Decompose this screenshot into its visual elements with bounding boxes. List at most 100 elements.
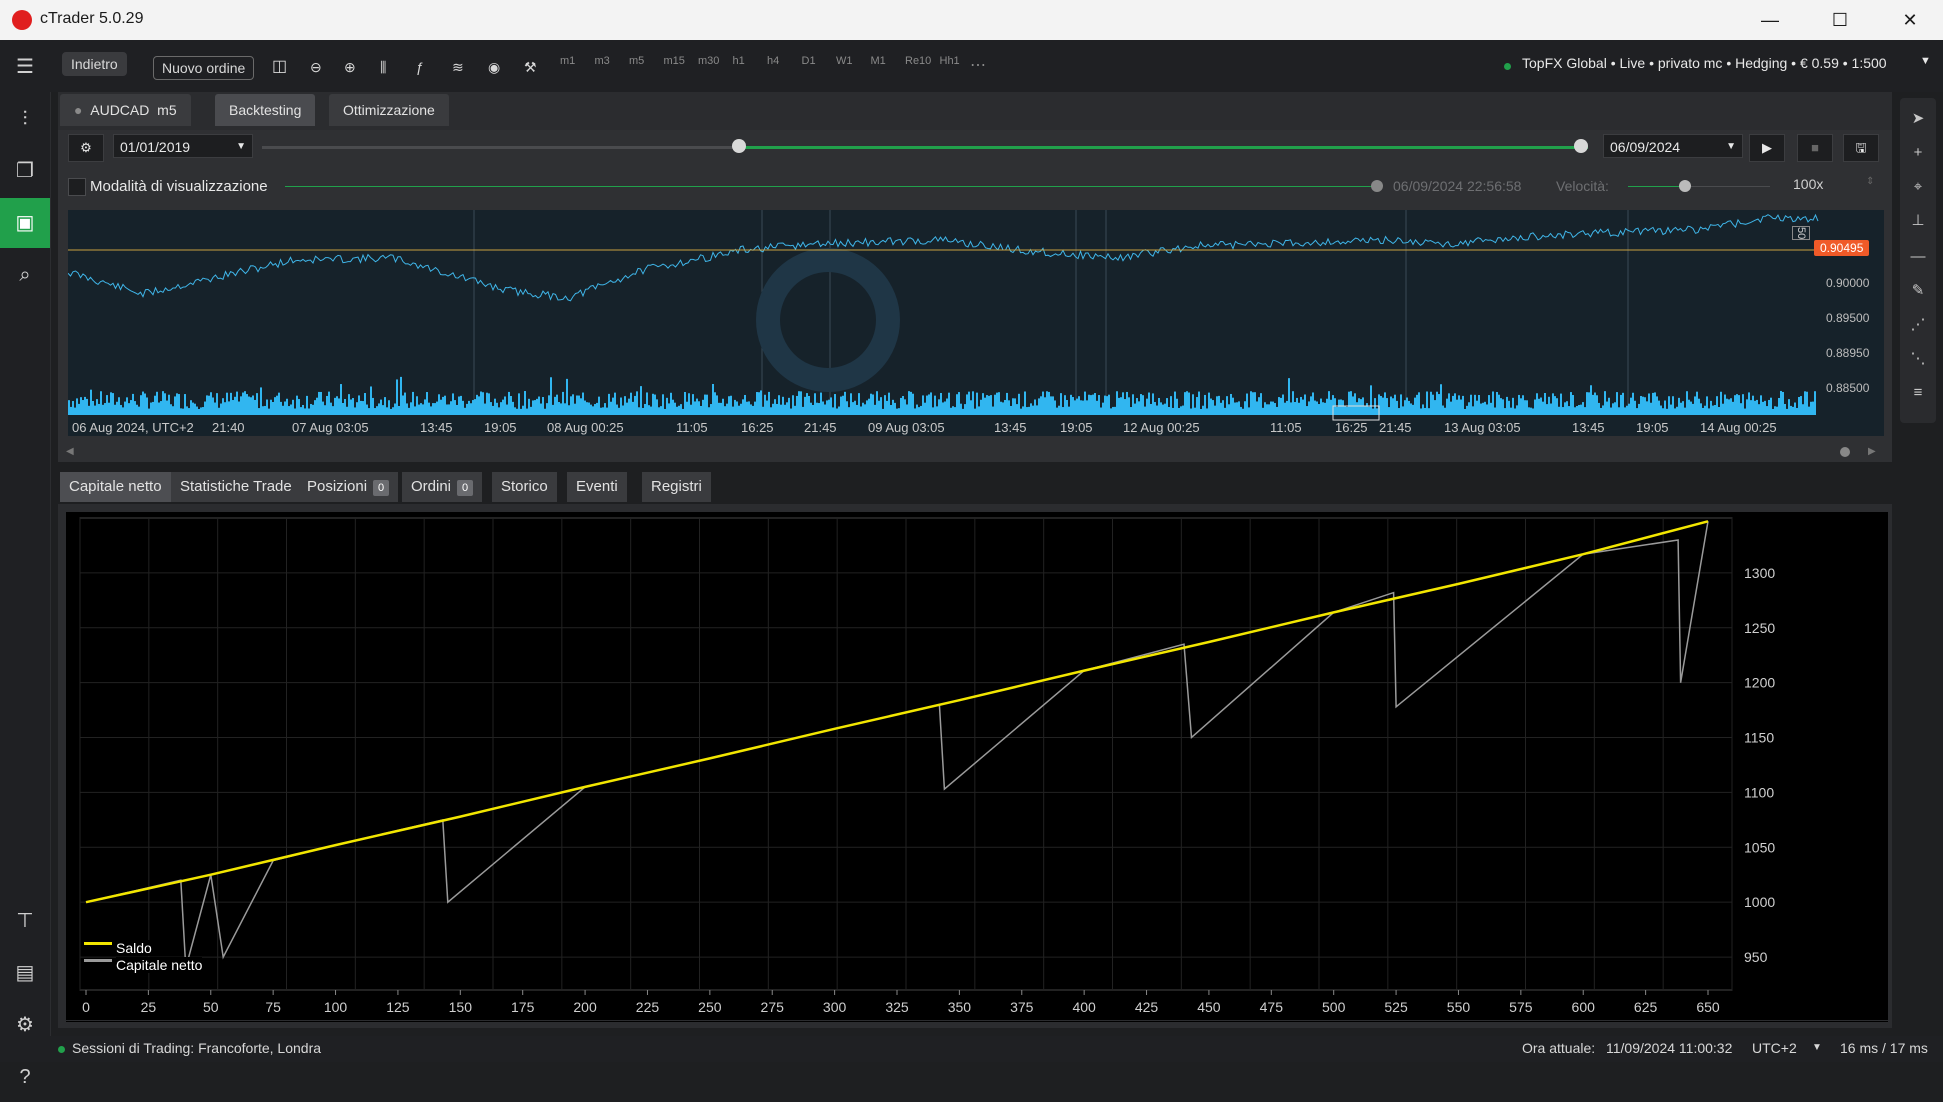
crosshair-alt-icon[interactable]: ⌖	[1900, 170, 1936, 204]
price-chart[interactable]	[68, 210, 1884, 436]
timeframe-h1[interactable]: h1	[733, 55, 745, 67]
x-tick-label: 425	[1135, 999, 1159, 1015]
y-tick-label: 950	[1744, 949, 1768, 965]
timeframe-m3[interactable]: m3	[595, 55, 610, 67]
series-line-saldo	[85, 520, 1709, 904]
new-order-button[interactable]: Nuovo ordine	[153, 56, 255, 80]
tab-label: Storico	[501, 478, 548, 495]
indicators-icon[interactable]: ƒ	[416, 56, 424, 78]
zoom-in-icon[interactable]: ⊕	[344, 56, 356, 78]
y-tick-label: 1100	[1744, 784, 1774, 800]
scroll-right-icon[interactable]: ▶	[1868, 446, 1876, 457]
layout-icon[interactable]: ◫	[272, 56, 287, 78]
date-range-track[interactable]	[262, 146, 1588, 149]
y-tick-label: 1000	[1744, 894, 1775, 910]
close-button[interactable]: ✕	[1877, 0, 1943, 40]
fibonacci-icon[interactable]: ≡	[1900, 376, 1936, 410]
current-time-label: Ora attuale:	[1522, 1040, 1596, 1056]
hamburger-menu-icon[interactable]: ☰	[0, 42, 50, 92]
time-label: 21:45	[804, 420, 837, 435]
timeframe-re10[interactable]: Re10	[905, 55, 931, 67]
account-dropdown-icon[interactable]: ▼	[1920, 55, 1931, 67]
save-icon[interactable]: 🖫	[1843, 134, 1879, 162]
wallet-icon[interactable]: ▤	[0, 948, 50, 998]
more-options-icon[interactable]: ⋯	[970, 55, 986, 75]
eye-icon[interactable]: ◉	[488, 56, 500, 78]
algo-robot-icon[interactable]: ▣	[0, 198, 50, 248]
trade-icon[interactable]: ⫶	[0, 94, 50, 144]
x-tick-label: 475	[1260, 999, 1284, 1015]
start-date-field[interactable]: 01/01/2019 ▼	[113, 134, 253, 158]
x-tick-label: 650	[1696, 999, 1720, 1015]
current-price-tag: 0.90495	[1814, 240, 1870, 256]
speed-slider-track[interactable]	[1628, 186, 1770, 187]
copy-icon[interactable]: ❐	[0, 146, 50, 196]
tab-posizioni[interactable]: Posizioni 0	[298, 472, 399, 502]
end-date-field[interactable]: 06/09/2024 ▼	[1603, 134, 1743, 158]
play-button[interactable]: ▶	[1749, 134, 1785, 162]
layers-icon[interactable]: ≋	[452, 56, 464, 78]
maximize-button[interactable]: ☐	[1807, 0, 1873, 40]
tab-optimization[interactable]: Ottimizzazione	[329, 94, 449, 126]
tab-capitale-netto[interactable]: Capitale netto	[60, 472, 171, 502]
settings-gear-icon[interactable]: ⚙	[0, 1000, 50, 1050]
x-tick-label: 525	[1384, 999, 1408, 1015]
symbol-name: AUDCAD	[90, 102, 150, 118]
timeframe-m1[interactable]: m1	[560, 55, 575, 67]
watermark-logo	[756, 248, 900, 392]
tab-symbol[interactable]: ● AUDCAD m5	[60, 94, 191, 126]
x-tick-label: 25	[141, 999, 157, 1015]
tab-statistiche-trade[interactable]: Statistiche Trade	[171, 472, 301, 502]
speed-stepper-icon[interactable]: ⇕	[1866, 176, 1874, 187]
fan-icon[interactable]: ⋰	[1900, 308, 1936, 342]
tab-registri[interactable]: Registri	[642, 472, 711, 502]
speed-slider-handle[interactable]	[1678, 180, 1691, 192]
scale-badge[interactable]: 50	[1792, 226, 1810, 241]
backtest-settings-gear-icon[interactable]: ⚙	[68, 134, 104, 162]
pointer-icon[interactable]: ➤	[1900, 102, 1936, 136]
time-label: 16:25	[741, 420, 774, 435]
minimize-button[interactable]: —	[1737, 0, 1803, 40]
timeframe-d1[interactable]: D1	[802, 55, 816, 67]
chart-type-icon[interactable]: ⫼	[380, 56, 386, 78]
y-tick-label: 1250	[1744, 620, 1775, 636]
help-icon[interactable]: ?	[0, 1052, 50, 1102]
tab-storico[interactable]: Storico	[492, 472, 557, 502]
trading-sessions: Sessioni di Trading: Francoforte, Londra	[72, 1040, 322, 1056]
visual-mode-checkbox[interactable]	[68, 178, 86, 196]
timezone-dropdown-icon[interactable]: ▼	[1812, 1042, 1822, 1053]
market-icon[interactable]: ⊤	[0, 896, 50, 946]
visual-progress-handle[interactable]	[1371, 180, 1383, 192]
back-button[interactable]: Indietro	[62, 52, 127, 76]
timeframe-m15[interactable]: m15	[664, 55, 685, 67]
timezone-selector[interactable]: UTC+2	[1752, 1040, 1797, 1056]
x-tick-label: 200	[573, 999, 597, 1015]
timeframe-h4[interactable]: h4	[767, 55, 779, 67]
tab-ordini[interactable]: Ordini 0	[402, 472, 483, 502]
timeframe-hh1[interactable]: Hh1	[940, 55, 960, 67]
y-tick-label: 1200	[1744, 675, 1775, 691]
tab-backtesting[interactable]: Backtesting	[215, 94, 316, 126]
speed-label: Velocità:	[1556, 178, 1609, 194]
analyze-icon[interactable]: ⌕	[0, 250, 50, 300]
tab-eventi[interactable]: Eventi	[567, 472, 627, 502]
time-label: 19:05	[1060, 420, 1093, 435]
zoom-out-icon[interactable]: ⊖	[310, 56, 322, 78]
horizontal-line-icon[interactable]: —	[1900, 240, 1936, 274]
account-info[interactable]: TopFX Global • Live • privato mc • Hedgi…	[1522, 55, 1887, 71]
pitchfork-icon[interactable]: ⋱	[1900, 342, 1936, 376]
chart-settings-icon[interactable]: ⚒	[524, 56, 537, 78]
crosshair-icon[interactable]: +	[1900, 136, 1936, 170]
stop-button[interactable]: ■	[1797, 134, 1833, 162]
equity-chart[interactable]: 950 1000 1050 1100 1150 1200 1250 1300 0 25 50 75 10…	[66, 512, 1888, 1022]
timeframe-m5[interactable]: m5	[629, 55, 644, 67]
measure-icon[interactable]: ⊥	[1900, 204, 1936, 238]
timeframe-m1[interactable]: M1	[871, 55, 886, 67]
range-end-handle[interactable]	[1574, 139, 1588, 153]
scroll-left-icon[interactable]: ◀	[66, 446, 74, 457]
x-tick-label: 400	[1072, 999, 1096, 1015]
timeframe-m30[interactable]: m30	[698, 55, 719, 67]
scrollbar-thumb[interactable]	[1840, 447, 1850, 457]
timeframe-w1[interactable]: W1	[836, 55, 853, 67]
pen-icon[interactable]: ✎	[1900, 274, 1936, 308]
